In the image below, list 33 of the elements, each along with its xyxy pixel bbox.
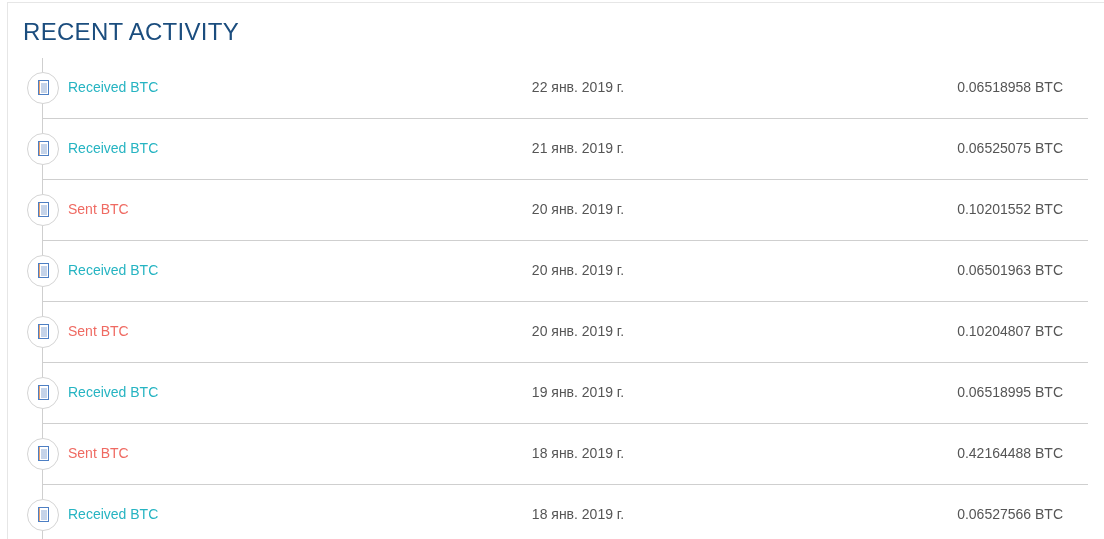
transaction-date: 21 янв. 2019 г. [531,139,625,159]
transaction-amount: 0.06501963 BTC [957,262,1063,279]
transaction-amount: 0.06518958 BTC [957,79,1063,96]
transaction-type[interactable]: Received BTC [68,140,159,157]
transaction-date: 22 янв. 2019 г. [531,78,625,98]
document-icon [37,141,49,157]
transaction-type[interactable]: Sent BTC [68,445,129,462]
transaction-type[interactable]: Sent BTC [68,323,129,340]
transaction-date: 20 янв. 2019 г. [531,261,625,281]
transaction-date: 20 янв. 2019 г. [531,322,625,342]
document-icon [37,324,49,340]
document-icon [37,202,49,218]
transaction-type[interactable]: Received BTC [68,262,159,279]
document-icon [37,446,49,462]
transaction-amount: 0.10204807 BTC [957,323,1063,340]
transaction-date: 20 янв. 2019 г. [531,200,625,220]
transaction-amount: 0.06518995 BTC [957,384,1063,401]
transaction-amount: 0.06527566 BTC [957,506,1063,523]
transaction-amount: 0.42164488 BTC [957,445,1063,462]
document-icon [37,385,49,401]
transaction-date: 18 янв. 2019 г. [531,505,625,525]
transaction-amount: 0.06525075 BTC [957,140,1063,157]
transaction-type[interactable]: Received BTC [68,384,159,401]
transaction-type[interactable]: Received BTC [68,506,159,523]
transaction-type[interactable]: Received BTC [68,79,159,96]
document-icon [37,507,49,523]
document-icon [37,263,49,279]
transaction-date: 19 янв. 2019 г. [531,383,625,403]
transaction-amount: 0.10201552 BTC [957,201,1063,218]
transaction-type[interactable]: Sent BTC [68,201,129,218]
document-icon [37,80,49,96]
section-title: RECENT ACTIVITY [22,17,241,47]
transaction-date: 18 янв. 2019 г. [531,444,625,464]
